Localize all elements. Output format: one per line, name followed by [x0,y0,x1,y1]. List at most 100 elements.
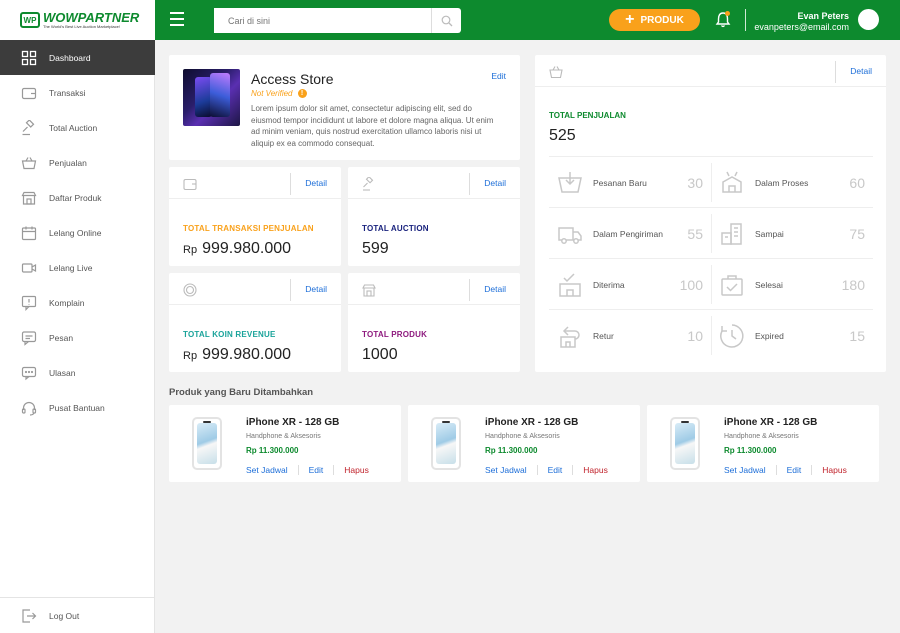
store-status-label: Not Verified [251,89,293,98]
stat-card-koin: Detail TOTAL KOIN REVENUE Rp 999.980.000 [169,273,341,372]
stat-value-auction: 599 [362,240,389,257]
edit-product-link[interactable]: Edit [548,465,574,475]
status-expired[interactable]: Expired 15 [711,310,873,361]
stat-number: 999.980.000 [202,346,292,363]
recent-products-title: Produk yang Baru Ditambahkan [169,387,314,398]
sidebar-item-ulasan[interactable]: Ulasan [0,355,155,390]
status-retur[interactable]: Retur 10 [549,310,711,361]
sidebar-item-label: Lelang Live [49,262,93,273]
warning-icon: ! [297,89,307,98]
sidebar-item-penjualan[interactable]: Penjualan [0,145,155,180]
status-label: Selesai [755,279,783,290]
store-name: Access Store [251,71,334,87]
edit-product-link[interactable]: Edit [309,465,335,475]
sidebar-item-komplain[interactable]: Komplain [0,285,155,320]
wallet-icon [183,178,197,191]
sidebar-item-lelang-live[interactable]: Lelang Live [0,250,155,285]
clock-icon [720,323,744,348]
sidebar-item-total-auction[interactable]: Total Auction [0,110,155,145]
store-card: Access Store Not Verified ! Lorem ipsum … [169,55,520,160]
status-sampai[interactable]: Sampai 75 [711,208,873,259]
total-penjualan-label: TOTAL PENJUALAN [549,111,626,120]
sidebar-item-dashboard[interactable]: Dashboard [0,40,155,75]
set-schedule-link[interactable]: Set Jadwal [724,465,777,475]
delete-product-link[interactable]: Hapus [583,465,618,475]
auction-detail-link[interactable]: Detail [484,178,506,188]
koin-detail-link[interactable]: Detail [305,284,327,294]
product-category: Handphone & Aksesoris [246,433,321,440]
logout-label: Log Out [49,610,80,621]
sidebar-item-label: Total Auction [49,122,98,133]
status-diterima[interactable]: Diterima 100 [549,259,711,310]
status-dalam-pengiriman[interactable]: Dalam Pengiriman 55 [549,208,711,259]
sidebar-item-label: Pesan [49,332,74,343]
search-input[interactable] [214,8,424,33]
brand-logo[interactable]: WP WOWPARTNER The World's Best Live Auct… [0,0,155,40]
product-image [670,417,700,470]
currency-label: Rp [183,244,198,256]
product-image [192,417,222,470]
status-dalam-proses[interactable]: Dalam Proses 60 [711,157,873,208]
store-icon [362,284,376,297]
set-schedule-link[interactable]: Set Jadwal [246,465,299,475]
sidebar: Dashboard Transaksi Total Auction Penjua… [0,40,155,633]
status-value: 30 [687,174,703,191]
logo-title: WOWPARTNER [43,10,140,25]
search-bar [214,8,461,33]
user-name[interactable]: Evan Peters [797,11,849,21]
product-card: iPhone XR - 128 GB Handphone & Aksesoris… [647,405,879,482]
delete-product-link[interactable]: Hapus [822,465,857,475]
basket-icon [549,66,563,79]
store-image [183,69,240,126]
status-row: Retur 10 Expired 15 [549,309,873,360]
store-status: Not Verified ! [251,89,307,98]
status-value: 10 [687,327,703,344]
product-name[interactable]: iPhone XR - 128 GB [246,417,339,428]
sidebar-item-daftar-produk[interactable]: Daftar Produk [0,180,155,215]
status-pesanan-baru[interactable]: Pesanan Baru 30 [549,157,711,208]
search-icon[interactable] [431,8,461,33]
gavel-icon [363,177,374,191]
status-value: 100 [679,276,703,293]
total-penjualan-value: 525 [549,127,576,144]
penjualan-detail-link[interactable]: Detail [850,66,872,76]
notification-dot [725,11,730,16]
store-edit-link[interactable]: Edit [491,71,506,81]
set-schedule-link[interactable]: Set Jadwal [485,465,538,475]
stat-card-transaksi: Detail TOTAL TRANSAKSI PENJUALAN Rp 999.9… [169,167,341,266]
status-label: Pesanan Baru [593,177,647,188]
bag-check-icon [721,274,743,296]
logout-button[interactable]: Log Out [0,597,155,633]
product-card: iPhone XR - 128 GB Handphone & Aksesoris… [169,405,401,482]
logo-tagline: The World's Best Live Auction Marketplac… [43,24,120,29]
produk-detail-link[interactable]: Detail [484,284,506,294]
currency-label: Rp [183,350,198,362]
product-name[interactable]: iPhone XR - 128 GB [485,417,578,428]
status-value: 55 [687,225,703,242]
status-selesai[interactable]: Selesai 180 [711,259,873,310]
sidebar-item-pusat-bantuan[interactable]: Pusat Bantuan [0,390,155,425]
grid-icon [21,50,37,65]
status-row: Diterima 100 Selesai 180 [549,258,873,309]
sidebar-item-lelang-online[interactable]: Lelang Online [0,215,155,250]
avatar[interactable] [858,9,879,30]
bell-icon[interactable] [715,11,731,29]
logo-mark: WP [20,12,40,28]
stat-label-koin: TOTAL KOIN REVENUE [183,330,276,339]
transaksi-detail-link[interactable]: Detail [305,178,327,188]
product-price: Rp 11.300.000 [246,446,299,455]
coin-icon [183,283,197,297]
sidebar-item-transaksi[interactable]: Transaksi [0,75,155,110]
basket-icon [21,156,37,169]
stat-label-auction: TOTAL AUCTION [362,224,429,233]
truck-icon [558,226,582,244]
box-process-icon [722,171,742,193]
edit-product-link[interactable]: Edit [787,465,813,475]
product-category: Handphone & Aksesoris [485,433,560,440]
menu-toggle-icon[interactable] [170,12,184,26]
sidebar-item-pesan[interactable]: Pesan [0,320,155,355]
delete-product-link[interactable]: Hapus [344,465,379,475]
headset-icon [21,401,37,416]
product-name[interactable]: iPhone XR - 128 GB [724,417,817,428]
add-product-button[interactable]: + PRODUK [609,9,700,31]
